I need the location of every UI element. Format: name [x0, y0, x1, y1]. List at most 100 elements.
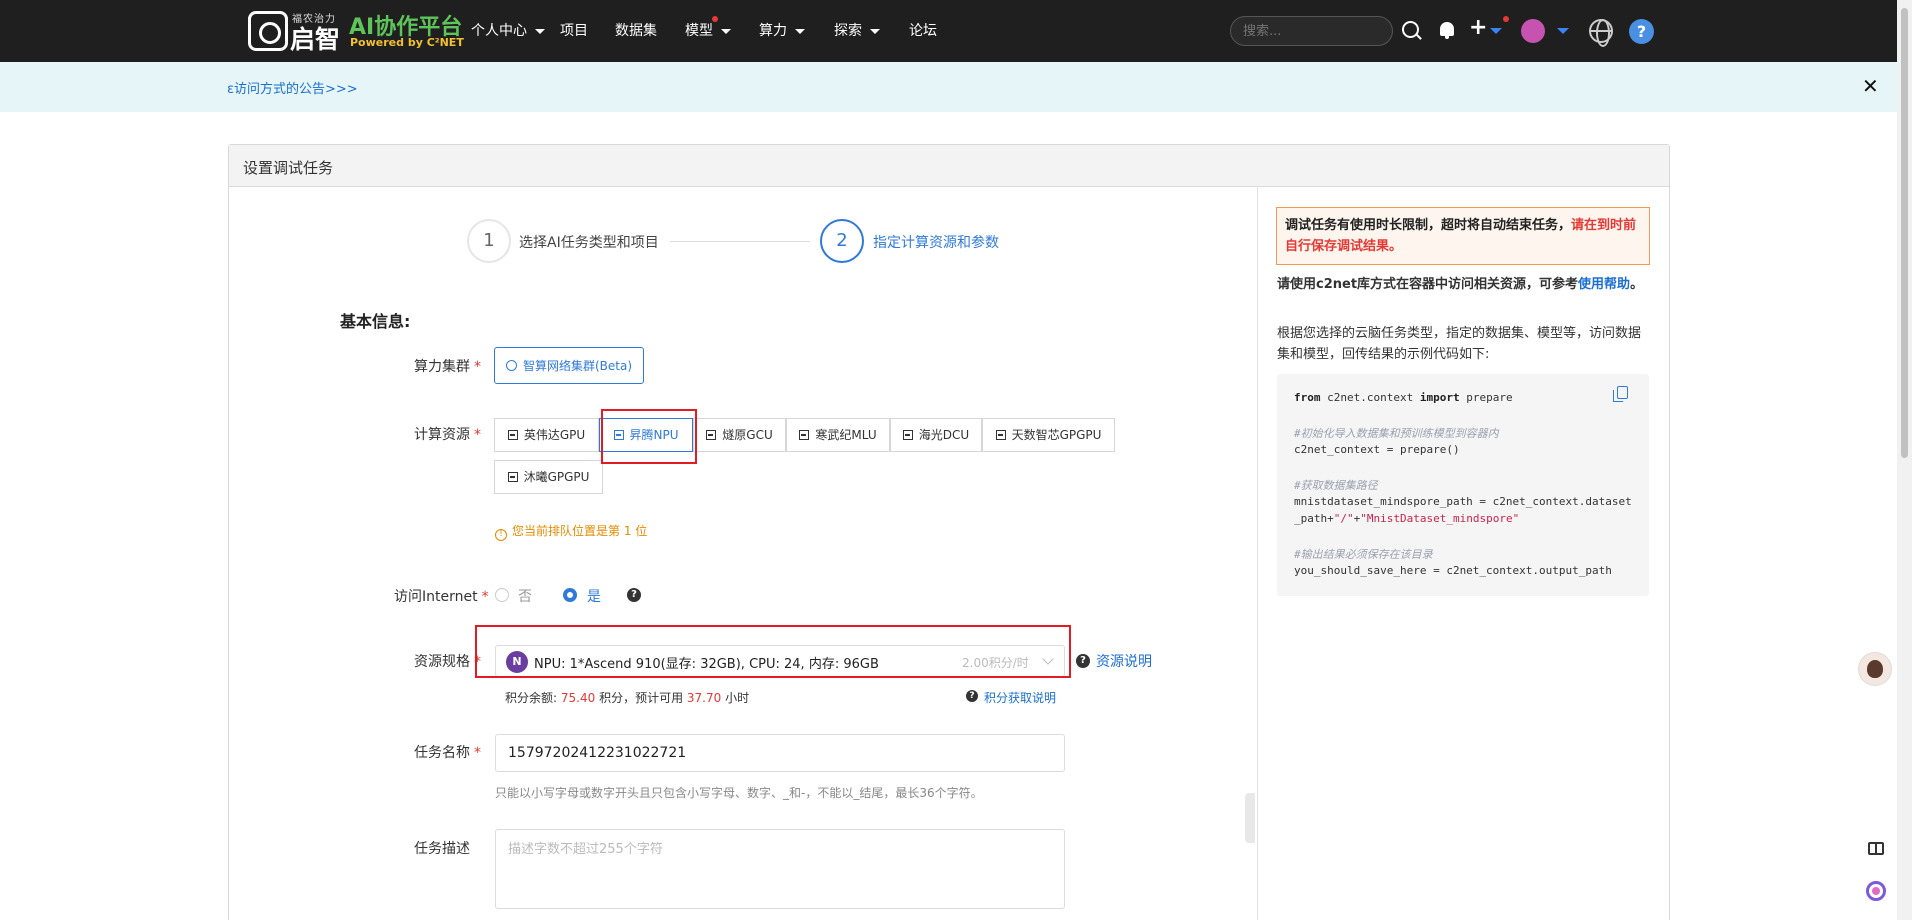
spec-label: 资源规格 *: [414, 654, 481, 670]
code-line: _path+"/"+"MnistDataset_mindspore": [1294, 512, 1520, 525]
logo-icon[interactable]: [248, 11, 288, 51]
example-description: 根据您选择的云脑任务类型，指定的数据集、模型等，访问数据集和模型，回传结果的示例…: [1277, 326, 1642, 362]
copy-icon[interactable]: [1613, 386, 1628, 402]
notification-dot: [712, 16, 718, 22]
code-line: you_should_save_here = c2net_context.out…: [1294, 564, 1612, 577]
task-name-hint: 只能以小写字母或数字开头且只包含小写字母、数字、_和-，不能以_结尾，最长36个…: [495, 786, 983, 800]
chevron-down-icon[interactable]: [1557, 28, 1569, 34]
spec-value: NPU: 1*Ascend 910(显存: 32GB), CPU: 24, 内存…: [534, 657, 879, 672]
chip-icon: [799, 430, 810, 440]
logo-name[interactable]: 启智: [290, 20, 340, 56]
question-icon: ?: [966, 690, 978, 702]
step-1-label: 选择AI任务类型和项目: [519, 235, 659, 251]
chip-icon: [613, 430, 624, 440]
section-title: 基本信息:: [340, 312, 411, 331]
close-icon[interactable]: ✕: [1862, 74, 1879, 98]
step-2-circle: 2: [820, 219, 864, 263]
code-comment: #初始化导入数据集和预训练模型到容器内: [1294, 427, 1499, 440]
search-input[interactable]: [1230, 16, 1393, 46]
chevron-down-icon: [1042, 653, 1054, 665]
nav-projects[interactable]: 项目: [560, 20, 588, 40]
compute-option-nvidia-gpu[interactable]: 英伟达GPU: [494, 418, 599, 452]
chevron-down-icon: [870, 28, 880, 34]
cluster-button[interactable]: 智算网络集群(Beta): [494, 347, 644, 384]
points-help-link[interactable]: 积分获取说明: [984, 689, 1056, 706]
usage-help-link[interactable]: 使用帮助: [1578, 277, 1630, 292]
divider: [1257, 187, 1258, 920]
top-navbar: 福农治力 启智 AI协作平台 Powered by C²NET 个人中心 项目 …: [0, 0, 1897, 62]
announcement-link[interactable]: ɛ访问方式的公告>>>: [227, 78, 358, 97]
chip-icon: [507, 472, 518, 482]
chevron-down-icon: [535, 28, 545, 34]
usage-text: 请使用c2net库方式在容器中访问相关资源，可参考使用帮助。: [1277, 277, 1644, 292]
task-name-input[interactable]: [495, 734, 1065, 772]
code-line: c2net_context = prepare(): [1294, 443, 1460, 456]
announcement-bar: ɛ访问方式的公告>>> ✕: [0, 62, 1897, 112]
code-line: mnistdataset_mindspore_path = c2net_cont…: [1294, 495, 1632, 508]
balance-info: 积分余额: 75.40 积分，预计可用 37.70 小时: [505, 691, 750, 705]
step-2-label: 指定计算资源和参数: [873, 235, 999, 251]
code-comment: #输出结果必须保存在该目录: [1294, 548, 1433, 561]
chevron-down-icon: [721, 28, 731, 34]
nav-datasets[interactable]: 数据集: [615, 20, 657, 40]
internet-label: 访问Internet *: [394, 589, 489, 605]
spec-price: 2.00积分/时: [962, 656, 1029, 670]
internet-no-radio[interactable]: [495, 588, 509, 602]
ai-assistant-icon[interactable]: [1866, 881, 1886, 901]
nav-models[interactable]: 模型: [685, 20, 731, 40]
code-comment: #获取数据集路径: [1294, 479, 1378, 492]
step-connector: [670, 241, 810, 242]
spec-select[interactable]: N NPU: 1*Ascend 910(显存: 32GB), CPU: 24, …: [495, 645, 1065, 677]
compute-option-iluvatar-gpgpu[interactable]: 天数智芯GPGPU: [982, 418, 1115, 452]
internet-yes-label[interactable]: 是: [587, 586, 601, 606]
compute-option-hygon-dcu[interactable]: 海光DCU: [890, 418, 982, 452]
chip-icon: [995, 430, 1006, 440]
plus-icon[interactable]: +: [1469, 17, 1487, 39]
npu-badge: N: [506, 651, 528, 673]
task-desc-textarea[interactable]: [495, 829, 1065, 909]
nav-compute[interactable]: 算力: [759, 20, 805, 40]
book-icon[interactable]: [1868, 842, 1884, 855]
collapse-handle[interactable]: [1245, 793, 1255, 843]
cluster-label: 算力集群 *: [414, 359, 481, 375]
bell-icon[interactable]: [1440, 22, 1454, 39]
task-desc-label: 任务描述: [414, 841, 470, 857]
nav-personal-center[interactable]: 个人中心: [471, 20, 545, 40]
compute-option-metax-gpgpu[interactable]: 沐曦GPGPU: [494, 460, 603, 494]
resource-help-link[interactable]: 资源说明: [1096, 651, 1152, 671]
code-line: from c2net.context import prepare: [1294, 391, 1513, 404]
compute-option-enflame-gcu[interactable]: 燧原GCU: [693, 418, 786, 452]
nav-explore[interactable]: 探索: [834, 20, 880, 40]
compute-option-ascend-npu[interactable]: 昇腾NPU: [599, 418, 693, 452]
chevron-down-icon[interactable]: [1490, 28, 1502, 34]
task-name-label: 任务名称 *: [414, 745, 481, 761]
compute-label: 计算资源 *: [414, 427, 481, 443]
question-icon: ?: [1076, 654, 1090, 668]
chip-icon: [706, 430, 717, 440]
warning-icon: !: [495, 529, 507, 541]
search-icon[interactable]: [1402, 21, 1419, 38]
internet-yes-radio[interactable]: [563, 588, 577, 602]
scrollbar[interactable]: [1897, 0, 1912, 920]
code-sample: from c2net.context import prepare #初始化导入…: [1277, 374, 1649, 596]
notification-dot: [1503, 16, 1509, 22]
time-limit-notice: 调试任务有使用时长限制，超时将自动结束任务，请在到时前自行保存调试结果。: [1276, 207, 1650, 265]
assistant-avatar-icon[interactable]: [1858, 652, 1892, 686]
compute-option-cambricon-mlu[interactable]: 寒武纪MLU: [786, 418, 890, 452]
queue-notice: ! 您当前排队位置是第 1 位: [495, 522, 647, 541]
scrollbar-thumb[interactable]: [1901, 8, 1908, 458]
brand-subtitle: Powered by C²NET: [350, 36, 464, 49]
chevron-down-icon: [795, 28, 805, 34]
globe-icon[interactable]: [1589, 19, 1613, 47]
step-1-circle: 1: [467, 219, 511, 263]
chip-icon: [507, 430, 518, 440]
card-header: 设置调试任务: [229, 145, 1669, 187]
internet-no-label[interactable]: 否: [518, 586, 532, 606]
help-icon[interactable]: ?: [1629, 19, 1654, 44]
page-title: 设置调试任务: [243, 159, 334, 177]
nav-forum[interactable]: 论坛: [909, 20, 937, 40]
question-icon[interactable]: ?: [627, 588, 641, 602]
globe-icon: [505, 359, 517, 371]
avatar[interactable]: [1521, 19, 1545, 43]
chip-icon: [902, 430, 913, 440]
